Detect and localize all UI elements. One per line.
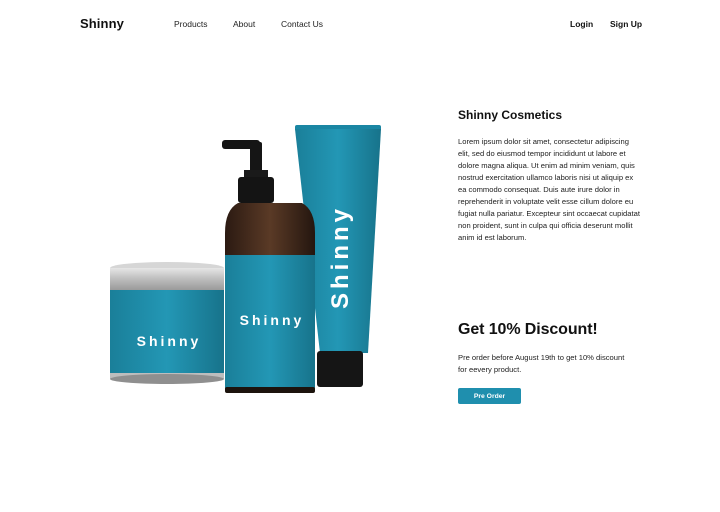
discount-body: Pre order before August 19th to get 10% … bbox=[458, 353, 625, 374]
nav-products[interactable]: Products bbox=[174, 19, 208, 29]
pre-order-button[interactable]: Pre Order bbox=[458, 388, 521, 404]
product-image: Shinny Shinny Shinny bbox=[100, 115, 400, 415]
signup-link[interactable]: Sign Up bbox=[610, 19, 642, 29]
about-body: Lorem ipsum dolor sit amet, consectetur … bbox=[458, 137, 640, 242]
nav-contact-us[interactable]: Contact Us bbox=[281, 19, 323, 29]
tube-label: Shinny bbox=[327, 205, 354, 309]
bottle-label: Shinny bbox=[240, 312, 305, 328]
brand-logo[interactable]: Shinny bbox=[80, 16, 124, 31]
nav-about[interactable]: About bbox=[233, 19, 255, 29]
product-illustration: Shinny Shinny Shinny bbox=[110, 125, 381, 393]
about-title: Shinny Cosmetics bbox=[458, 108, 563, 122]
discount-title: Get 10% Discount! bbox=[458, 321, 598, 338]
jar-label: Shinny bbox=[137, 333, 202, 349]
login-link[interactable]: Login bbox=[570, 19, 593, 29]
jar: Shinny bbox=[110, 262, 224, 384]
